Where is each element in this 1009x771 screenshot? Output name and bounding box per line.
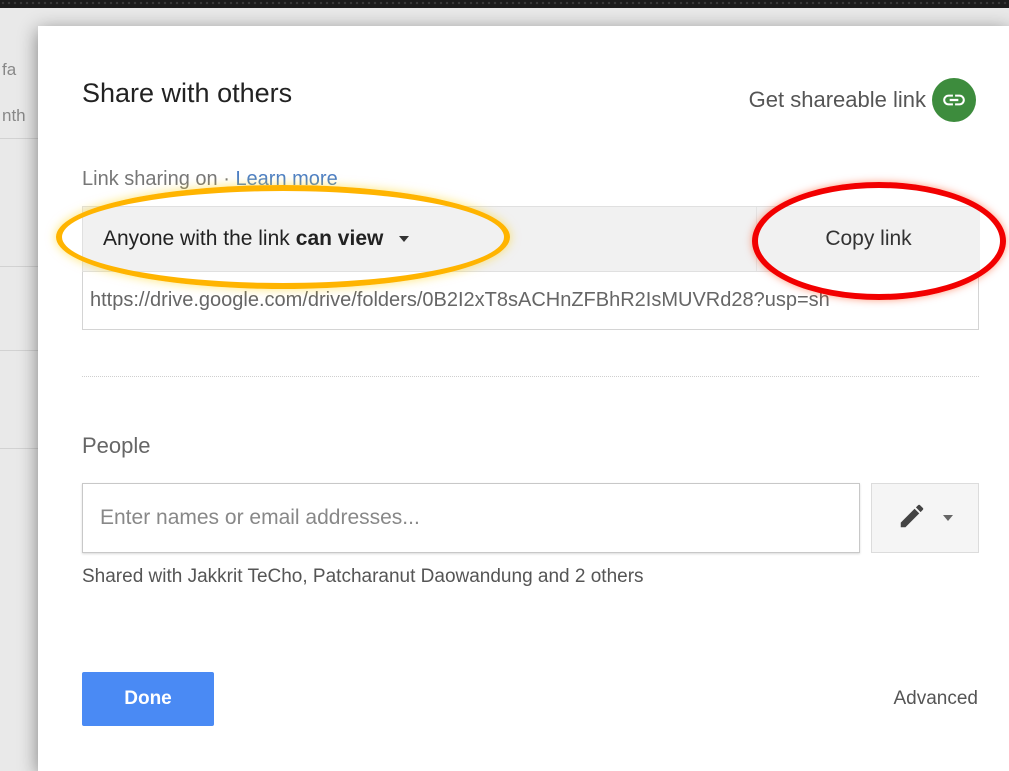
permission-dropdown-button[interactable] (871, 483, 979, 553)
share-dialog: Share with others Get shareable link Lin… (38, 26, 1009, 771)
learn-more-link[interactable]: Learn more (235, 168, 337, 190)
link-access-row: Anyone with the link can view Copy link (82, 206, 980, 272)
shared-with-text: Shared with Jakkrit TeCho, Patcharanut D… (82, 566, 644, 587)
people-label: People (82, 433, 151, 458)
get-shareable-link-label: Get shareable link (748, 87, 926, 112)
caret-down-icon (943, 515, 953, 521)
access-level: can view (295, 227, 384, 250)
background-divider (0, 350, 40, 351)
section-divider (82, 376, 979, 377)
copy-link-button[interactable]: Copy link (756, 207, 980, 271)
people-input[interactable] (82, 483, 860, 553)
shareable-url-field[interactable]: https://drive.google.com/drive/folders/0… (82, 272, 979, 330)
background-divider (0, 138, 40, 139)
link-sharing-status-text: Link sharing on (82, 168, 218, 190)
link-icon (932, 78, 976, 122)
pencil-icon (897, 501, 927, 536)
advanced-link[interactable]: Advanced (893, 688, 978, 710)
dialog-title: Share with others (82, 78, 293, 108)
background-divider (0, 448, 40, 449)
background-divider (0, 266, 40, 267)
link-sharing-status: Link sharing on · Learn more (82, 168, 338, 190)
get-shareable-link-button[interactable]: Get shareable link (749, 78, 976, 122)
background-text-fragment: fa (2, 60, 17, 79)
link-access-dropdown[interactable]: Anyone with the link can view (103, 207, 410, 271)
background-text-fragment: nth (2, 106, 26, 125)
access-prefix: Anyone with the link (103, 227, 290, 250)
caret-down-icon (399, 236, 410, 242)
done-button[interactable]: Done (82, 672, 214, 726)
